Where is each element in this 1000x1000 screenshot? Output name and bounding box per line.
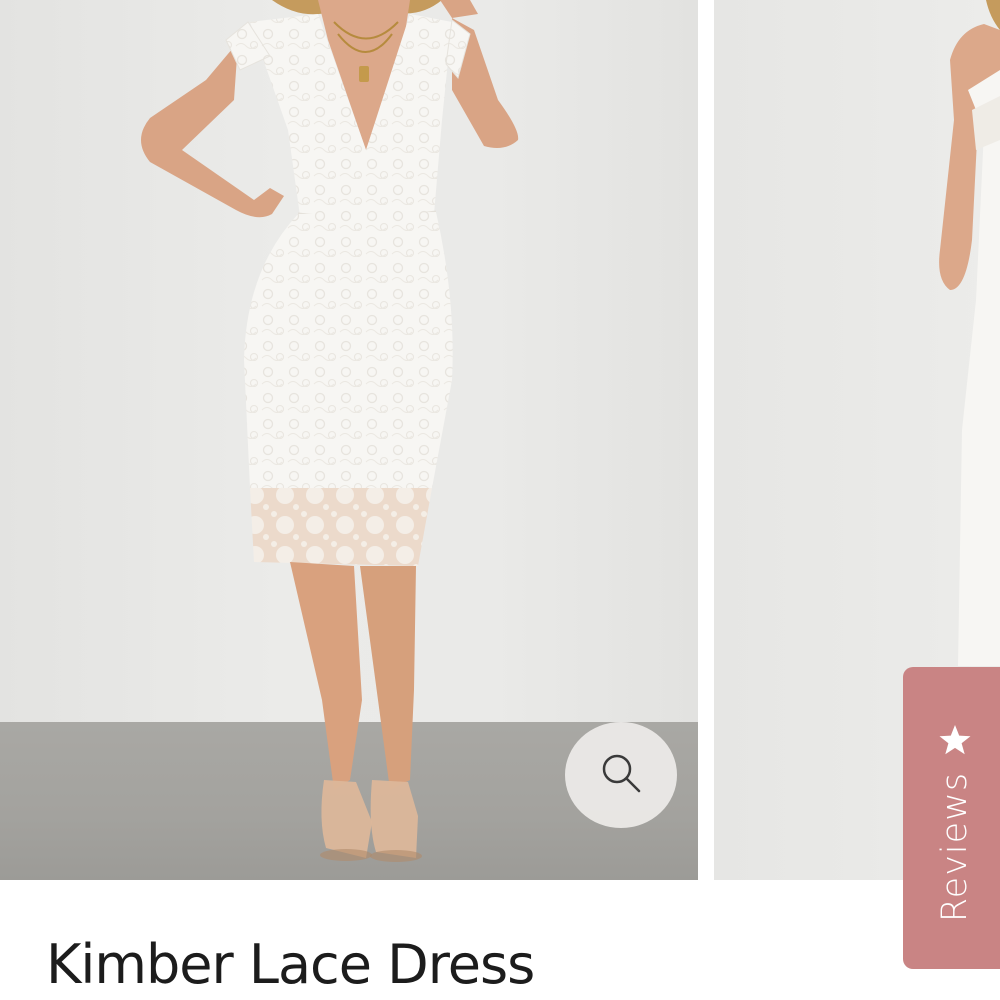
reviews-tab-label: Reviews (935, 771, 975, 923)
product-title: Kimber Lace Dress (46, 933, 535, 996)
reviews-tab[interactable]: Reviews (903, 667, 1000, 969)
product-image-main[interactable] (0, 0, 698, 880)
product-image-gallery[interactable] (0, 0, 1000, 880)
star-icon (939, 725, 971, 755)
magnifier-icon (602, 754, 641, 793)
product-page: Reviews Kimber Lace Dress (0, 0, 1000, 1000)
zoom-button[interactable] (565, 722, 677, 828)
